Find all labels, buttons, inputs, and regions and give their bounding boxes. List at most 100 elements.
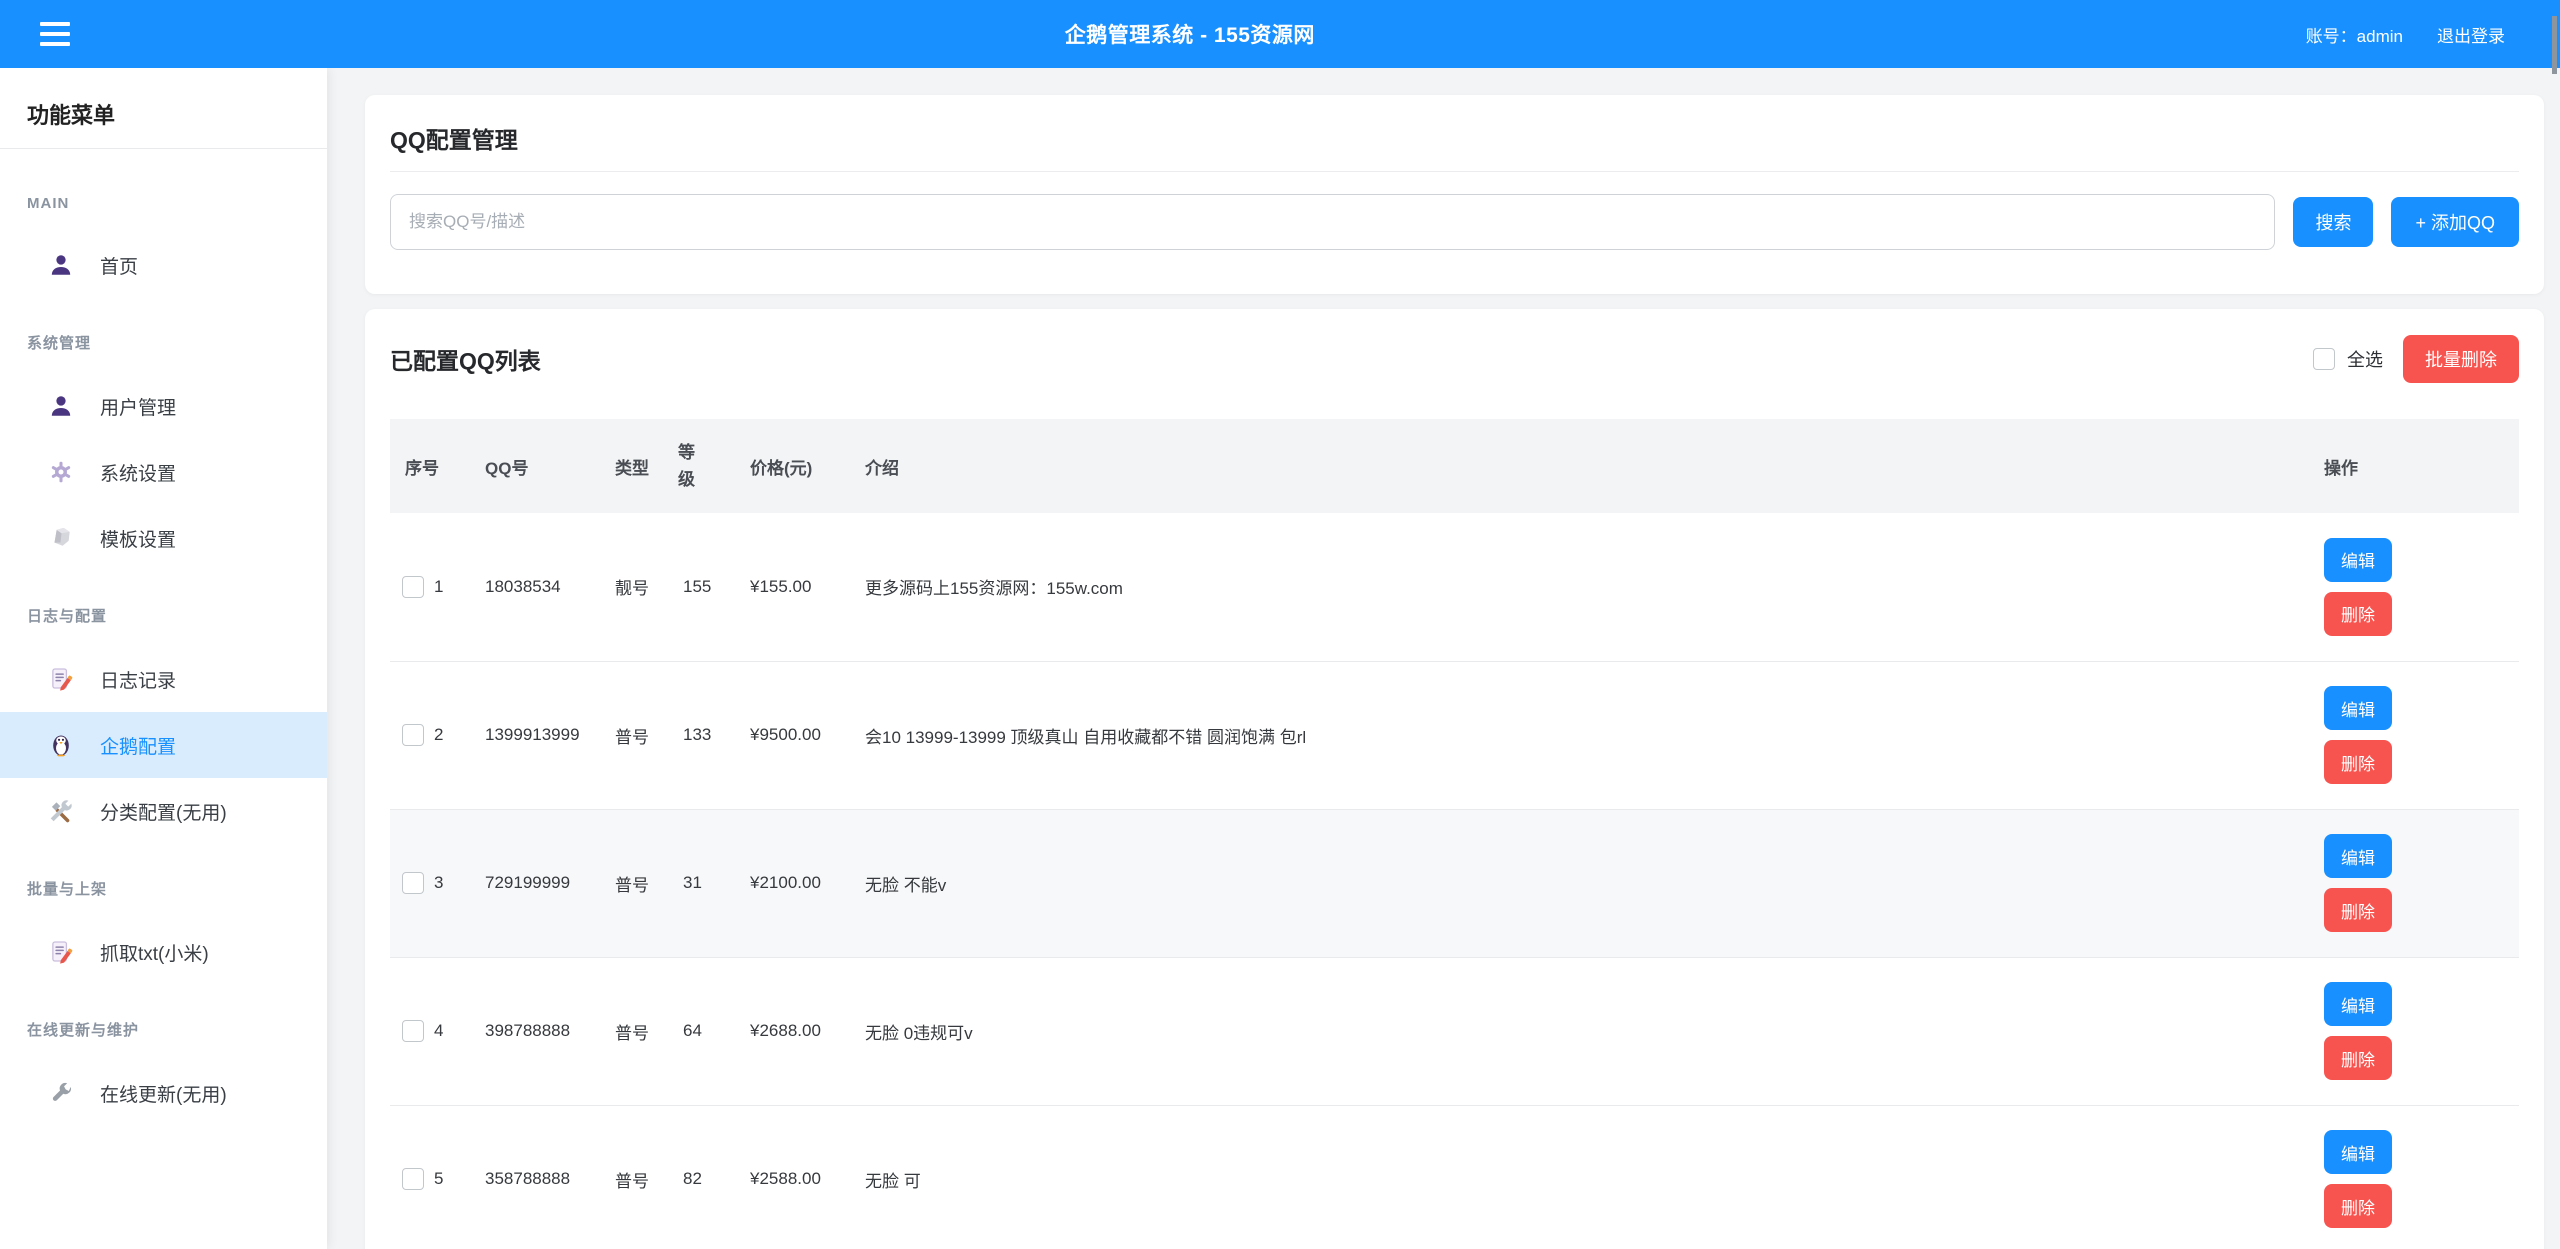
account-label: 账号：admin [2306,22,2403,47]
qq-config-card: QQ配置管理 搜索 + 添加QQ [365,95,2544,294]
cell-index: 5 [434,1169,443,1189]
table-row: 4 398788888 普号 64 ¥2688.00 无脸 0违规可v 编辑 删… [390,957,2519,1105]
row-checkbox[interactable] [402,576,424,598]
sidebar-item[interactable]: 抓取txt(小米) [0,919,327,985]
select-all-label: 全选 [2347,346,2383,372]
delete-button[interactable]: 删除 [2324,740,2392,784]
sidebar-item-label: 日志记录 [100,666,176,693]
sidebar-section-label: 批量与上架 [0,844,327,919]
edit-button[interactable]: 编辑 [2324,834,2392,878]
table-row: 5 358788888 普号 82 ¥2588.00 无脸 可 编辑 删除 [390,1105,2519,1249]
cell-index: 3 [434,873,443,893]
scrollbar-thumb[interactable] [2552,16,2557,74]
delete-button[interactable]: 删除 [2324,1036,2392,1080]
qq-list-card: 已配置QQ列表 全选 批量删除 序号 QQ号 类型 [365,309,2544,1249]
sidebar-item-label: 用户管理 [100,393,176,420]
row-checkbox[interactable] [402,1020,424,1042]
menu-toggle-icon[interactable] [40,22,74,46]
sidebar-section-label: MAIN [0,161,327,232]
batch-delete-button[interactable]: 批量删除 [2403,335,2519,383]
col-header-qq: QQ号 [470,419,600,513]
sidebar-item-label: 企鹅配置 [100,732,176,759]
delete-button[interactable]: 删除 [2324,1184,2392,1228]
sidebar-item[interactable]: 首页 [0,232,327,298]
cell-level: 82 [668,1105,735,1249]
cell-level: 155 [668,513,735,661]
cell-index: 1 [434,577,443,597]
row-checkbox[interactable] [402,872,424,894]
sidebar-item[interactable]: 用户管理 [0,373,327,439]
logout-link[interactable]: 退出登录 [2437,22,2505,47]
sidebar-item[interactable]: 企鹅配置 [0,712,327,778]
cell-qq: 18038534 [470,513,600,661]
cell-qq: 1399913999 [470,661,600,809]
table-row: 2 1399913999 普号 133 ¥9500.00 会10 13999-1… [390,661,2519,809]
delete-button[interactable]: 删除 [2324,592,2392,636]
sidebar-nav: MAIN 首页 系统管理 用户管理 系统设置 模板设置 日志与配置 日志记录 企… [0,149,327,1126]
col-header-desc: 介绍 [850,419,2309,513]
main-content: QQ配置管理 搜索 + 添加QQ 已配置QQ列表 全选 批量删除 [327,68,2560,1249]
add-qq-button[interactable]: + 添加QQ [2391,197,2519,247]
col-header-type: 类型 [600,419,668,513]
cell-level: 133 [668,661,735,809]
wrench-icon [48,1080,74,1106]
cell-desc: 会10 13999-13999 顶级真山 自用收藏都不错 圆润饱满 包rl [850,661,2309,809]
cell-price: ¥9500.00 [735,661,850,809]
sidebar-item-label: 抓取txt(小米) [100,939,209,966]
cell-index: 4 [434,1021,443,1041]
cell-qq: 358788888 [470,1105,600,1249]
qq-list-title: 已配置QQ列表 [390,342,541,376]
row-checkbox[interactable] [402,1168,424,1190]
qq-table: 序号 QQ号 类型 等级 价格(元) 介绍 操作 1 18038534 [390,419,2519,1249]
cell-price: ¥155.00 [735,513,850,661]
delete-button[interactable]: 删除 [2324,888,2392,932]
col-header-price: 价格(元) [735,419,850,513]
select-all-checkbox[interactable] [2313,348,2335,370]
cell-qq: 729199999 [470,809,600,957]
sidebar-item[interactable]: 系统设置 [0,439,327,505]
sidebar-item[interactable]: 模板设置 [0,505,327,571]
divider [390,171,2519,172]
cell-price: ¥2688.00 [735,957,850,1105]
cell-price: ¥2100.00 [735,809,850,957]
sidebar-section-label: 日志与配置 [0,571,327,646]
sidebar-title: 功能菜单 [0,68,327,148]
cell-desc: 无脸 不能v [850,809,2309,957]
penguin-icon [48,732,74,758]
cell-desc: 更多源码上155资源网：155w.com [850,513,2309,661]
app-title: 企鹅管理系统 - 155资源网 [74,19,2306,49]
sidebar-section-label: 在线更新与维护 [0,985,327,1060]
sidebar-item-label: 首页 [100,252,138,279]
sidebar-item-label: 系统设置 [100,459,176,486]
cell-type: 普号 [600,957,668,1105]
qq-config-title: QQ配置管理 [390,121,2519,155]
cell-type: 普号 [600,661,668,809]
cell-level: 31 [668,809,735,957]
table-header-row: 序号 QQ号 类型 等级 价格(元) 介绍 操作 [390,419,2519,513]
memo-icon [48,939,74,965]
table-row: 3 729199999 普号 31 ¥2100.00 无脸 不能v 编辑 删除 [390,809,2519,957]
template-icon [48,525,74,551]
edit-button[interactable]: 编辑 [2324,1130,2392,1174]
col-header-index: 序号 [390,419,470,513]
tools-icon [48,798,74,824]
edit-button[interactable]: 编辑 [2324,982,2392,1026]
sidebar-item[interactable]: 日志记录 [0,646,327,712]
sidebar-item[interactable]: 分类配置(无用) [0,778,327,844]
edit-button[interactable]: 编辑 [2324,686,2392,730]
user-icon [48,393,74,419]
cell-qq: 398788888 [470,957,600,1105]
table-row: 1 18038534 靓号 155 ¥155.00 更多源码上155资源网：15… [390,513,2519,661]
sidebar-section-label: 系统管理 [0,298,327,373]
search-input[interactable] [390,194,2275,250]
cell-type: 靓号 [600,513,668,661]
col-header-actions: 操作 [2309,419,2519,513]
cell-desc: 无脸 可 [850,1105,2309,1249]
memo-icon [48,666,74,692]
edit-button[interactable]: 编辑 [2324,538,2392,582]
sidebar-item[interactable]: 在线更新(无用) [0,1060,327,1126]
topbar: 企鹅管理系统 - 155资源网 账号：admin 退出登录 [0,0,2560,68]
search-button[interactable]: 搜索 [2293,197,2373,247]
sidebar-item-label: 模板设置 [100,525,176,552]
row-checkbox[interactable] [402,724,424,746]
